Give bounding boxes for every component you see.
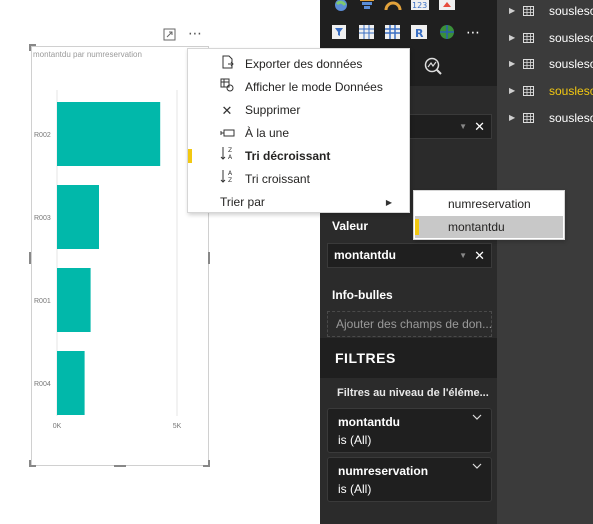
svg-text:Z: Z [228,147,232,154]
bar-r004[interactable] [57,351,85,415]
field-table-item-active[interactable]: ▶ sousleso [497,81,593,101]
chevron-right-icon[interactable]: ▶ [509,81,515,101]
table-icon [523,113,534,123]
y-category-label: R004 [34,381,51,388]
chevron-right-icon[interactable]: ▶ [509,54,515,74]
submenu-item-montantdu[interactable]: montantdu [415,216,563,238]
active-marker [188,149,192,163]
infobulles-drop-zone[interactable]: Ajouter des champs de don... [327,311,492,337]
x-tick-label: 0K [53,423,62,430]
menu-item-sort-by[interactable]: Trier par ▶ [188,191,409,214]
gauge-visual-icon[interactable] [384,0,402,16]
y-category-label: R001 [34,298,51,305]
visual-level-filters-title: Filtres au niveau de l'éléme... [337,387,489,399]
valeur-label: Valeur [332,219,369,233]
analytics-tab-icon[interactable] [423,56,442,75]
svg-text:123: 123 [412,1,427,10]
r-script-visual-icon[interactable]: R [410,23,428,41]
field-table-item[interactable]: ▶ sousleso [497,1,593,21]
spotlight-icon [219,122,235,145]
bar-r002[interactable] [57,102,161,166]
filter-card-montantdu[interactable]: montantdu is (All) [327,408,492,453]
filters-header: FILTRES [320,338,497,378]
table-icon [523,86,534,96]
menu-item-export-data[interactable]: Exporter des données [188,53,409,76]
field-table-item[interactable]: ▶ sousleso [497,28,593,48]
y-category-label: R003 [34,215,51,222]
menu-item-show-data[interactable]: Afficher le mode Données [188,76,409,99]
svg-text:Z: Z [228,177,232,184]
dropdown-icon: ▼ [459,122,467,131]
table-visual-icon[interactable] [358,23,376,41]
chevron-right-icon[interactable]: ▶ [509,28,515,48]
globe-visual-icon[interactable] [438,23,456,41]
show-data-icon [219,76,235,99]
menu-item-sort-descending[interactable]: ZA Tri décroissant [188,145,409,168]
selected-marker [415,219,419,235]
table-icon [523,59,534,69]
sort-ascending-icon: AZ [219,168,235,191]
svg-text:A: A [228,154,233,161]
table-icon [523,6,534,16]
delete-icon: ✕ [221,103,233,118]
filters-title: FILTRES [335,350,396,366]
menu-item-delete[interactable]: ✕ Supprimer [188,99,409,122]
card-visual-icon[interactable]: 123 [410,0,429,16]
table-icon [523,33,534,43]
infobulles-label: Info-bulles [332,288,393,302]
chevron-right-icon[interactable]: ▶ [509,108,515,128]
svg-text:A: A [228,170,233,177]
menu-item-sort-ascending[interactable]: AZ Tri croissant [188,168,409,191]
more-visuals-icon[interactable]: ⋯ [466,25,484,43]
submenu-item-numreservation[interactable]: numreservation [415,193,563,215]
remove-field-icon[interactable]: ✕ [474,244,485,267]
field-table-item[interactable]: ▶ sousleso [497,108,593,128]
matrix-visual-icon[interactable] [384,23,402,41]
chevron-right-icon[interactable]: ▶ [509,1,515,21]
dropdown-icon[interactable]: ▼ [459,244,467,267]
visual-type-gallery: 123 R ⋯ [320,0,497,48]
sort-descending-icon: ZA [219,145,235,168]
menu-item-spotlight[interactable]: À la une [188,122,409,145]
slicer-visual-icon[interactable] [332,23,350,41]
y-category-label: R002 [34,132,51,139]
map-visual-icon[interactable] [332,0,350,16]
field-table-item[interactable]: ▶ sousleso [497,54,593,74]
svg-text:R: R [415,27,424,40]
chevron-down-icon[interactable] [472,461,482,471]
kpi-visual-icon[interactable] [438,0,456,16]
visual-context-menu: Exporter des données Afficher le mode Do… [187,48,410,213]
funnel-visual-icon[interactable] [358,0,376,16]
submenu-arrow-icon: ▶ [385,198,392,207]
remove-field-icon[interactable]: ✕ [474,115,485,138]
bar-r001[interactable] [57,268,91,332]
sort-by-submenu: numreservation montantdu [413,190,565,240]
x-tick-label: 5K [173,423,182,430]
export-data-icon [219,53,235,76]
chevron-down-icon[interactable] [472,412,482,422]
bar-r003[interactable] [57,185,99,249]
fields-pane: ▶ sousleso ▶ sousleso ▶ sousleso ▶ sousl… [497,0,593,524]
filter-card-numreservation[interactable]: numreservation is (All) [327,457,492,502]
valeur-field-well[interactable]: montantdu ▼ ✕ [327,243,492,268]
